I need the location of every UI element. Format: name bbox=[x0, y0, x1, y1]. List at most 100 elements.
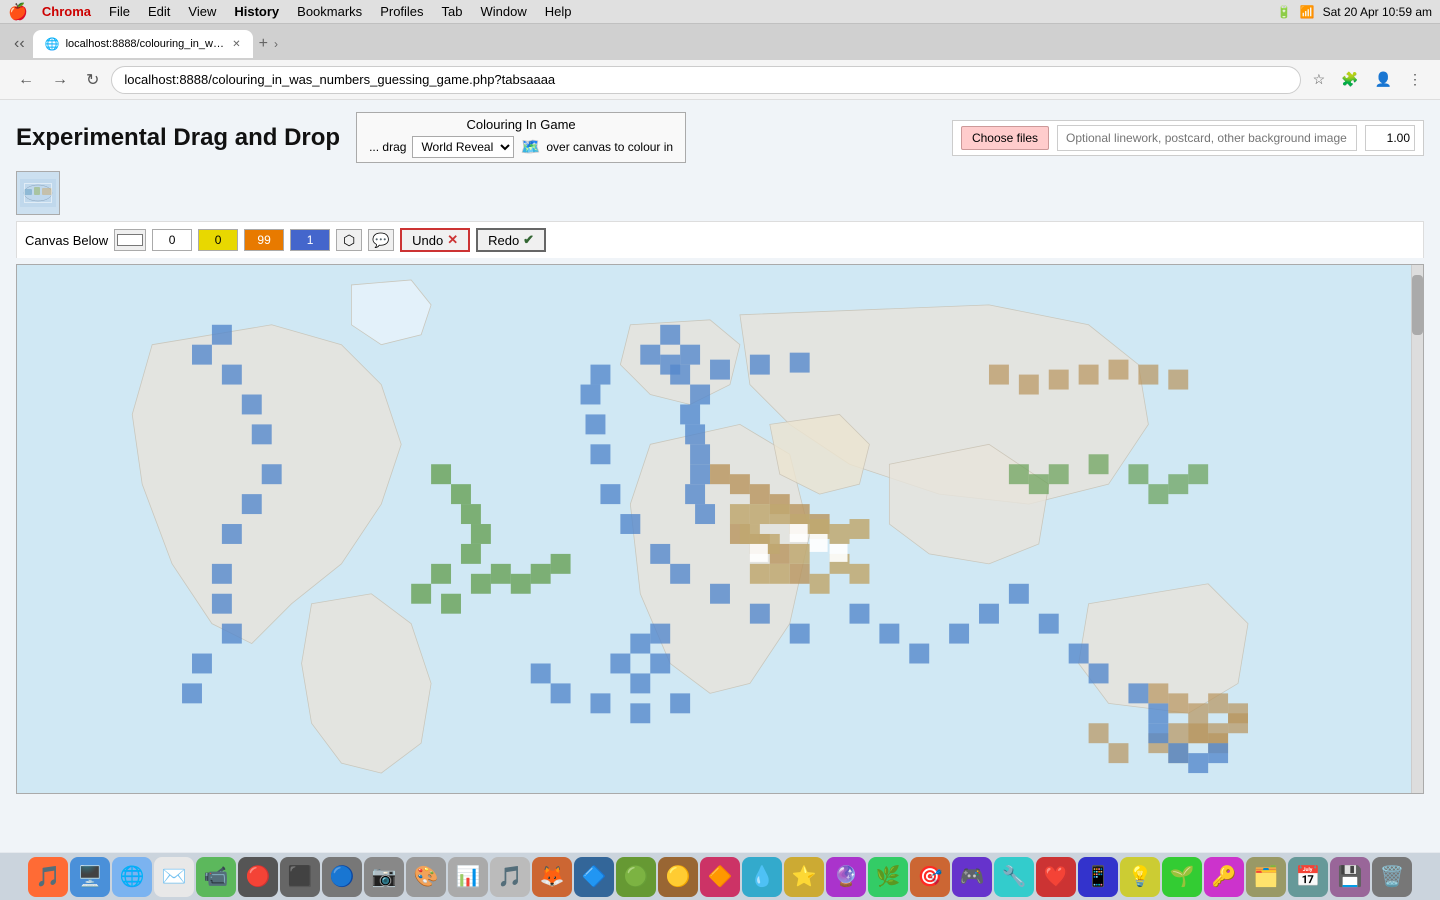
dock-item-27[interactable]: 💾 bbox=[1330, 857, 1370, 897]
dock-item-1[interactable]: 🔴 bbox=[238, 857, 278, 897]
menu-window[interactable]: Window bbox=[473, 2, 535, 21]
colouring-game-panel: Colouring In Game ... drag World Reveal … bbox=[356, 112, 686, 163]
menu-dots-button[interactable]: ⋮ bbox=[1402, 67, 1428, 92]
dock-item-15[interactable]: 🔮 bbox=[826, 857, 866, 897]
dock-item-21[interactable]: 📱 bbox=[1078, 857, 1118, 897]
opacity-input[interactable] bbox=[1365, 125, 1415, 151]
dock-item-17[interactable]: 🎯 bbox=[910, 857, 950, 897]
dock-item-24[interactable]: 🔑 bbox=[1204, 857, 1244, 897]
drag-label: ... drag bbox=[369, 140, 406, 154]
reload-button[interactable]: ↻ bbox=[80, 66, 105, 94]
world-map-background: I bbox=[17, 265, 1423, 793]
colouring-game-title: Colouring In Game bbox=[467, 117, 576, 132]
choose-files-button[interactable]: Choose files bbox=[961, 126, 1049, 150]
dock-item-finder[interactable]: 🖥️ bbox=[70, 857, 110, 897]
icon-btn-1[interactable]: ⬡ bbox=[336, 229, 362, 251]
menu-app[interactable]: Chroma bbox=[34, 2, 99, 21]
dock-item-13[interactable]: 💧 bbox=[742, 857, 782, 897]
num-input-4[interactable] bbox=[290, 229, 330, 251]
undo-button[interactable]: Undo ✕ bbox=[400, 228, 470, 252]
account-button[interactable]: 👤 bbox=[1369, 67, 1398, 92]
new-tab-button[interactable]: + bbox=[255, 35, 272, 53]
tab-close[interactable]: ✕ bbox=[232, 39, 240, 50]
dock-item-7[interactable]: 🎵 bbox=[490, 857, 530, 897]
menu-history[interactable]: History bbox=[226, 2, 287, 21]
tab-active[interactable]: 🌐 localhost:8888/colouring_in_was_num...… bbox=[33, 30, 253, 58]
thumbnail-row bbox=[16, 171, 1424, 215]
dock-item-10[interactable]: 🟢 bbox=[616, 857, 656, 897]
page-content: Experimental Drag and Drop Colouring In … bbox=[0, 100, 1440, 852]
dock-item-6[interactable]: 📊 bbox=[448, 857, 488, 897]
undo-label: Undo bbox=[412, 233, 443, 248]
bg-url-input[interactable] bbox=[1057, 125, 1357, 151]
menu-bar-right: 🔋 📶 Sat 20 Apr 10:59 am bbox=[1277, 5, 1432, 19]
dock-item-22[interactable]: 💡 bbox=[1120, 857, 1160, 897]
tab-scroll-right[interactable]: › bbox=[274, 37, 278, 51]
wifi-icon: 📶 bbox=[1300, 5, 1315, 19]
dock-trash[interactable]: 🗑️ bbox=[1372, 857, 1412, 897]
dock-item-mail[interactable]: ✉️ bbox=[154, 857, 194, 897]
mode-select[interactable]: World Reveal Normal Pixel bbox=[412, 136, 514, 158]
dock-item-3[interactable]: 🔵 bbox=[322, 857, 362, 897]
dock-item-2[interactable]: ⬛ bbox=[280, 857, 320, 897]
num-input-2[interactable] bbox=[198, 229, 238, 251]
forward-button[interactable]: → bbox=[46, 67, 74, 93]
dock-item-4[interactable]: 📷 bbox=[364, 857, 404, 897]
icon-btn-2[interactable]: 💬 bbox=[368, 229, 394, 251]
map-scrollbar-thumb[interactable] bbox=[1412, 275, 1423, 335]
dock-item-23[interactable]: 🌱 bbox=[1162, 857, 1202, 897]
tab-scroll-left[interactable]: ‹‹ bbox=[8, 30, 31, 58]
thumbnail-preview bbox=[20, 179, 56, 207]
menu-bookmarks[interactable]: Bookmarks bbox=[289, 2, 370, 21]
bookmark-button[interactable]: ☆ bbox=[1307, 67, 1332, 92]
map-scrollbar[interactable] bbox=[1411, 265, 1423, 793]
dock-item-9[interactable]: 🔷 bbox=[574, 857, 614, 897]
dock-item-16[interactable]: 🌿 bbox=[868, 857, 908, 897]
menu-help[interactable]: Help bbox=[537, 2, 580, 21]
dock-item-music[interactable]: 🎵 bbox=[28, 857, 68, 897]
thumbnail-item[interactable] bbox=[16, 171, 60, 215]
dock-item-11[interactable]: 🟡 bbox=[658, 857, 698, 897]
dock-item-12[interactable]: 🔶 bbox=[700, 857, 740, 897]
dock-item-14[interactable]: ⭐ bbox=[784, 857, 824, 897]
nav-icons: ☆ 🧩 👤 ⋮ bbox=[1307, 67, 1428, 92]
dock: 🎵 🖥️ 🌐 ✉️ 📹 🔴 ⬛ 🔵 📷 🎨 📊 🎵 🦊 🔷 🟢 🟡 🔶 💧 ⭐ … bbox=[0, 852, 1440, 900]
url-bar[interactable] bbox=[111, 66, 1300, 94]
dock-item-19[interactable]: 🔧 bbox=[994, 857, 1034, 897]
apple-menu[interactable]: 🍎 bbox=[8, 2, 28, 22]
num-input-3[interactable] bbox=[244, 229, 284, 251]
redo-label: Redo bbox=[488, 233, 519, 248]
clock: Sat 20 Apr 10:59 am bbox=[1323, 5, 1432, 19]
menu-tab[interactable]: Tab bbox=[434, 2, 471, 21]
tab-label: localhost:8888/colouring_in_was_num... bbox=[66, 38, 227, 50]
map-canvas-container[interactable]: I bbox=[16, 264, 1424, 794]
dock-item-safari[interactable]: 🌐 bbox=[112, 857, 152, 897]
color-picker-white[interactable] bbox=[114, 229, 146, 251]
dock-item-26[interactable]: 📅 bbox=[1288, 857, 1328, 897]
dock-item-5[interactable]: 🎨 bbox=[406, 857, 446, 897]
menu-file[interactable]: File bbox=[101, 2, 138, 21]
menu-view[interactable]: View bbox=[180, 2, 224, 21]
colouring-game-row: ... drag World Reveal Normal Pixel 🗺️ ov… bbox=[369, 136, 673, 158]
page-title: Experimental Drag and Drop bbox=[16, 124, 340, 152]
dock-item-25[interactable]: 🗂️ bbox=[1246, 857, 1286, 897]
battery-icon: 🔋 bbox=[1277, 5, 1292, 19]
tab-favicon: 🌐 bbox=[45, 37, 60, 51]
dock-item-20[interactable]: ❤️ bbox=[1036, 857, 1076, 897]
dock-item-18[interactable]: 🎮 bbox=[952, 857, 992, 897]
redo-button[interactable]: Redo ✔ bbox=[476, 228, 546, 252]
canvas-below-label: Canvas Below bbox=[25, 233, 108, 248]
canvas-controls: Canvas Below ⬡ 💬 Undo ✕ Redo ✔ bbox=[16, 221, 1424, 258]
back-button[interactable]: ← bbox=[12, 67, 40, 93]
menu-profiles[interactable]: Profiles bbox=[372, 2, 431, 21]
thumbnail-svg bbox=[20, 179, 56, 207]
num-input-1[interactable] bbox=[152, 229, 192, 251]
dock-item-facetime[interactable]: 📹 bbox=[196, 857, 236, 897]
undo-x-icon: ✕ bbox=[447, 232, 458, 248]
menu-edit[interactable]: Edit bbox=[140, 2, 178, 21]
dock-item-8[interactable]: 🦊 bbox=[532, 857, 572, 897]
menu-bar: 🍎 Chroma File Edit View History Bookmark… bbox=[0, 0, 1440, 24]
title-area: Experimental Drag and Drop Colouring In … bbox=[16, 112, 1424, 163]
extension-button[interactable]: 🧩 bbox=[1335, 67, 1364, 92]
top-right-panel: Choose files bbox=[952, 120, 1424, 156]
